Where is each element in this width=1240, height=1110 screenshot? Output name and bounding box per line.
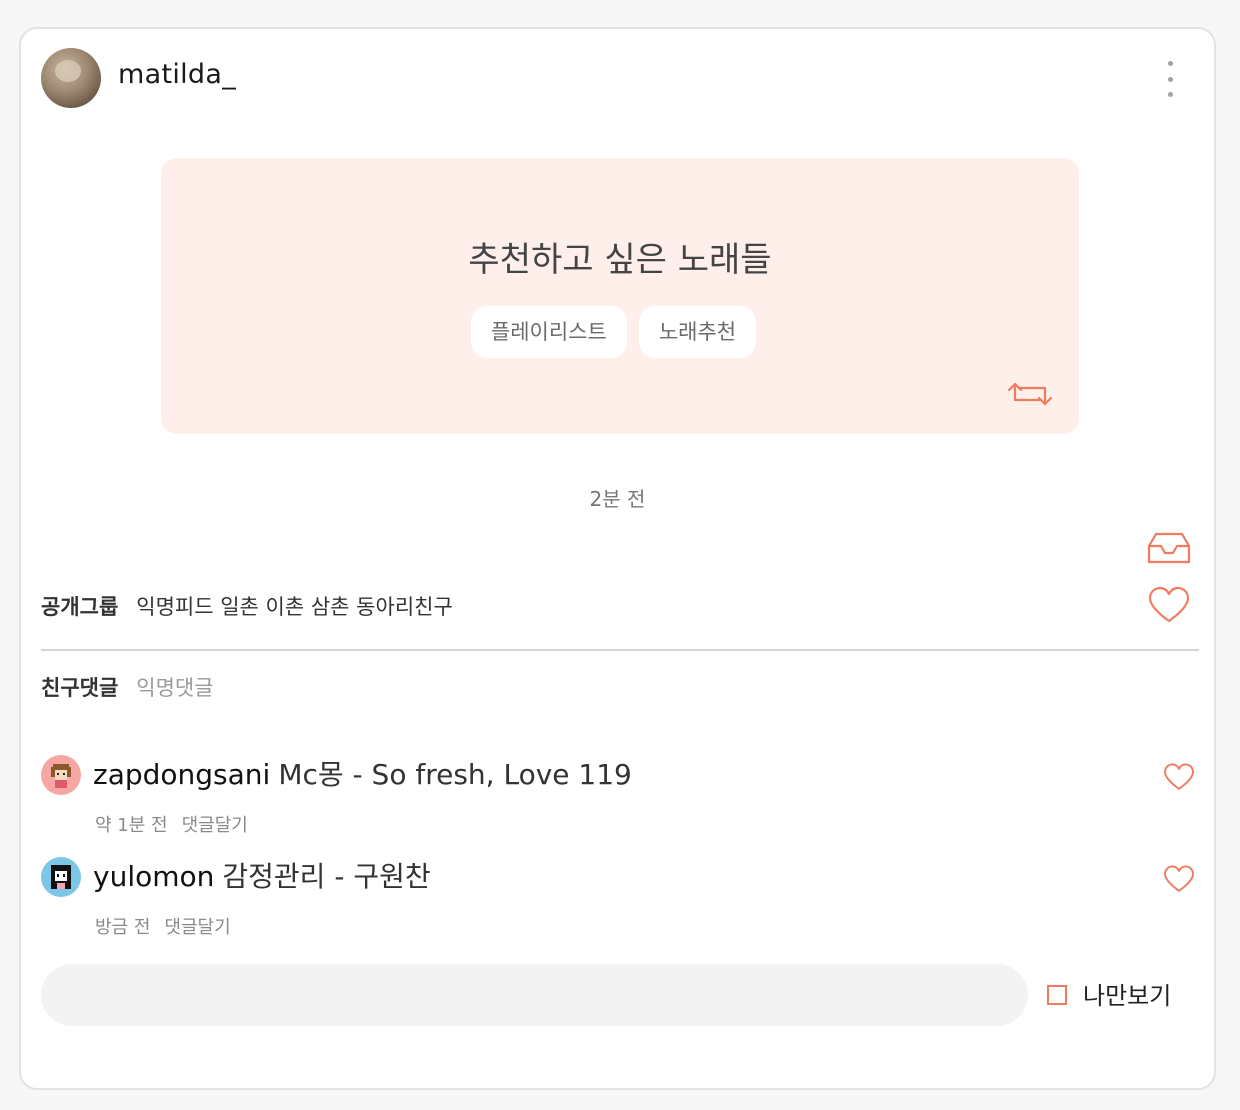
post-content-box[interactable]: 추천하고 싶은 노래들 플레이리스트 노래추천 [161, 158, 1079, 434]
group-row: 공개그룹 익명피드 일촌 이촌 삼촌 동아리친구 [41, 591, 453, 621]
commenter-avatar[interactable] [41, 755, 81, 795]
post-time: 2분 전 [589, 487, 646, 511]
comment-time: 약 1분 전 [95, 815, 168, 836]
comment-username[interactable]: zapdongsani [93, 758, 270, 791]
post-title: 추천하고 싶은 노래들 [468, 240, 772, 280]
comment-line: zapdongsani Mc몽 - So fresh, Love 119 [93, 753, 632, 793]
repost-icon[interactable] [1007, 378, 1053, 410]
comment-username[interactable]: yulomon [93, 860, 214, 893]
private-label[interactable]: 나만보기 [1083, 976, 1171, 1011]
author-username[interactable]: matilda_ [118, 59, 236, 90]
private-checkbox[interactable] [1047, 985, 1067, 1005]
comment-input[interactable] [41, 964, 1028, 1026]
heart-icon[interactable] [1163, 865, 1195, 893]
comment-meta: 약 1분 전 댓글달기 [95, 811, 248, 837]
reply-link[interactable]: 댓글달기 [182, 815, 248, 836]
divider [41, 649, 1199, 651]
comment-meta: 방금 전 댓글달기 [95, 913, 231, 939]
inbox-icon[interactable] [1147, 531, 1191, 565]
comment-tabs: 친구댓글 익명댓글 [41, 672, 214, 702]
commenter-avatar[interactable] [41, 857, 81, 897]
heart-icon[interactable] [1148, 586, 1190, 624]
group-label: 공개그룹 [41, 595, 119, 619]
reply-link[interactable]: 댓글달기 [164, 917, 230, 938]
heart-icon[interactable] [1163, 763, 1195, 791]
more-vertical-icon[interactable] [1158, 61, 1182, 97]
tab-anonymous-comments[interactable]: 익명댓글 [136, 676, 213, 700]
comment-line: yulomon 감정관리 - 구원찬 [93, 855, 431, 895]
tag-playlist[interactable]: 플레이리스트 [470, 306, 627, 358]
comment-time: 방금 전 [95, 917, 151, 938]
comment-text: Mc몽 - So fresh, Love 119 [278, 758, 632, 791]
tag-list: 플레이리스트 노래추천 [161, 306, 1079, 358]
tab-friend-comments[interactable]: 친구댓글 [41, 676, 118, 700]
post-card: matilda_ 추천하고 싶은 노래들 플레이리스트 노래추천 2분 전 공개… [19, 27, 1216, 1090]
comment-text: 감정관리 - 구원찬 [222, 860, 431, 893]
author-avatar[interactable] [41, 48, 101, 108]
group-names: 익명피드 일촌 이촌 삼촌 동아리친구 [136, 595, 453, 619]
tag-song-recommendation[interactable]: 노래추천 [638, 306, 757, 358]
